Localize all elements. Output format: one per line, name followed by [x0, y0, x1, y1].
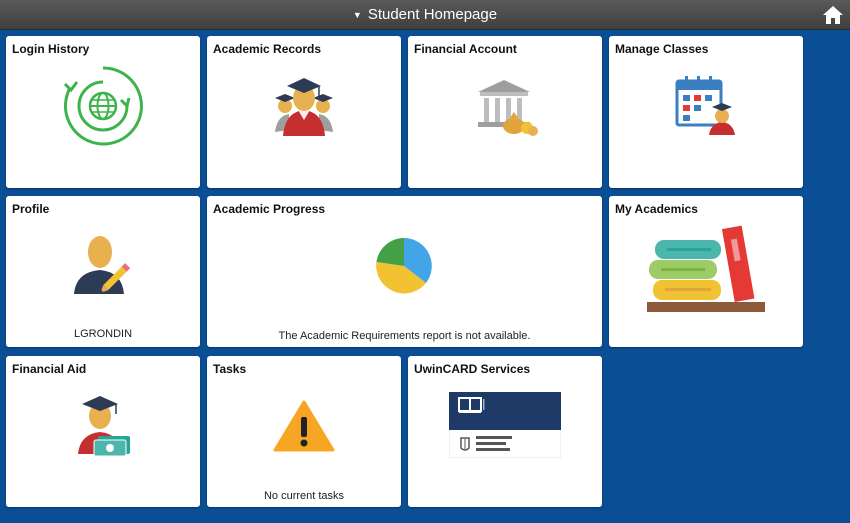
- page-title-menu[interactable]: ▼ Student Homepage: [0, 0, 850, 29]
- books-icon: [647, 225, 765, 312]
- tile-title: Profile: [12, 202, 50, 216]
- tile-financial-aid[interactable]: Financial Aid: [6, 356, 200, 507]
- warning-icon: [273, 400, 335, 452]
- tile-title: Academic Records: [213, 42, 322, 56]
- tile-title: Tasks: [213, 362, 247, 376]
- graduates-icon: [275, 78, 333, 136]
- tile-uwincard-services[interactable]: UwinCARD Services: [408, 356, 602, 507]
- tile-manage-classes[interactable]: Manage Classes: [609, 36, 803, 188]
- academic-progress-message: The Academic Requirements report is not …: [278, 330, 531, 342]
- tile-my-academics[interactable]: My Academics: [609, 196, 803, 347]
- tile-financial-account[interactable]: Financial Account: [408, 36, 602, 188]
- tile-profile[interactable]: Profile LGRONDIN: [6, 196, 200, 347]
- top-bar: ▼ Student Homepage: [0, 0, 850, 30]
- tile-tasks[interactable]: Tasks No current tasks: [207, 356, 401, 507]
- tile-title: My Academics: [615, 202, 698, 216]
- pie-chart-icon: [376, 238, 432, 294]
- bank-money-icon: [478, 80, 538, 136]
- tile-academic-records[interactable]: Academic Records: [207, 36, 401, 188]
- globe-refresh-icon: [63, 66, 143, 146]
- calendar-student-icon: [675, 76, 735, 135]
- tile-login-history[interactable]: Login History: [6, 36, 200, 188]
- home-icon[interactable]: [822, 5, 844, 25]
- profile-username: LGRONDIN: [73, 328, 133, 340]
- tile-academic-progress[interactable]: Academic Progress The Academic Requireme…: [207, 196, 602, 347]
- tile-title: UwinCARD Services: [414, 362, 531, 376]
- tile-title: Financial Account: [414, 42, 517, 56]
- tasks-message: No current tasks: [263, 490, 345, 502]
- page-title: Student Homepage: [367, 6, 498, 23]
- tile-title: Login History: [12, 42, 90, 56]
- graduate-money-icon: [78, 396, 130, 456]
- tile-title: Financial Aid: [12, 362, 87, 376]
- person-pencil-icon: [74, 236, 131, 294]
- tile-title: Academic Progress: [213, 202, 326, 216]
- tile-title: Manage Classes: [615, 42, 709, 56]
- caret-down-icon: ▼: [352, 9, 362, 20]
- uwincard-logo-icon: [449, 392, 561, 458]
